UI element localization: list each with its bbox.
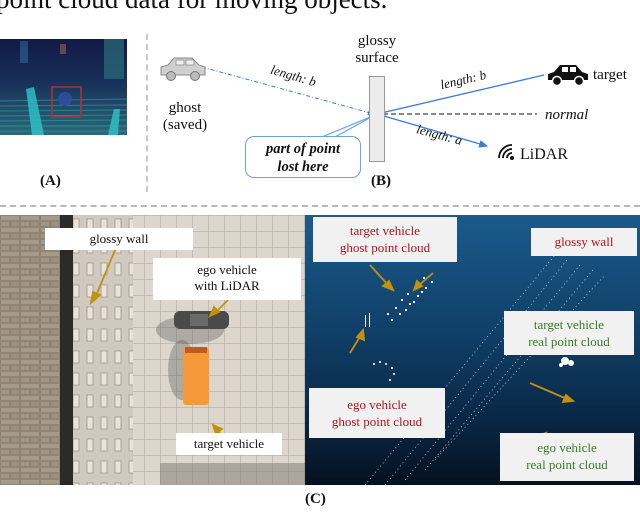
cloud-label-ego-ghost-line2: ghost point cloud xyxy=(331,414,423,429)
target-label: target xyxy=(593,67,627,83)
cloud-label-ego-real: ego vehicle real point cloud xyxy=(500,433,634,481)
panel-a-lidar-image xyxy=(0,39,127,135)
ghost-target-points xyxy=(365,277,433,327)
panel-b-label: (B) xyxy=(371,173,391,189)
cloud-label-target-ghost: target vehicle ghost point cloud xyxy=(313,217,457,262)
real-ego-points xyxy=(559,357,574,367)
photo-label-ego-line1: ego vehicle xyxy=(197,262,257,277)
cloud-label-target-real-line2: real point cloud xyxy=(528,334,610,349)
cloud-label-target-real-line1: target vehicle xyxy=(533,317,605,332)
cloud-label-glossy-wall: glossy wall xyxy=(531,228,637,256)
cloud-label-target-ghost-line1: target vehicle xyxy=(349,223,421,238)
panel-a-label: (A) xyxy=(40,173,61,189)
photo-label-glossy-wall: glossy wall xyxy=(45,228,193,250)
surface-label-line1: glossy xyxy=(357,33,397,49)
car-ghost-icon xyxy=(160,57,206,81)
normal-label: normal xyxy=(545,107,589,123)
callout-pointer xyxy=(321,114,376,138)
cloud-label-ego-real-line2: real point cloud xyxy=(526,457,608,472)
ghost-label-line1: ghost xyxy=(168,100,202,116)
photo-label-ego-line2: with LiDAR xyxy=(194,278,260,293)
horizontal-divider xyxy=(0,205,640,207)
ghost-ego-points xyxy=(373,361,395,381)
cloud-label-ego-real-line1: ego vehicle xyxy=(537,440,597,455)
callout-line1: part of point xyxy=(265,141,341,157)
cloud-label-ego-ghost: ego vehicle ghost point cloud xyxy=(309,388,445,438)
surface-label-line2: surface xyxy=(355,50,399,66)
cloud-label-target-real: target vehicle real point cloud xyxy=(504,311,634,355)
target-vehicle xyxy=(183,347,209,405)
callout-line2: lost here xyxy=(277,159,329,175)
surface-label: glossy surface xyxy=(342,33,412,67)
cloud-label-target-ghost-line2: ghost point cloud xyxy=(339,240,431,255)
caption-fragment: point cloud data for moving objects. xyxy=(0,0,387,15)
lidar-scan-graphic xyxy=(0,39,127,135)
car-target-icon xyxy=(548,65,588,87)
ghost-label-line2: (saved) xyxy=(162,117,208,133)
ghost-label: ghost (saved) xyxy=(155,100,215,134)
photo-label-target-vehicle: target vehicle xyxy=(176,433,282,455)
photo-label-ego-vehicle: ego vehicle with LiDAR xyxy=(153,258,301,300)
cloud-label-ego-ghost-line1: ego vehicle xyxy=(347,397,407,412)
glossy-surface xyxy=(369,76,385,162)
panel-c-label: (C) xyxy=(305,491,326,507)
lidar-signal-icon xyxy=(498,144,514,160)
lidar-label: LiDAR xyxy=(520,146,568,163)
callout-lost-point: part of point lost here xyxy=(245,136,361,178)
